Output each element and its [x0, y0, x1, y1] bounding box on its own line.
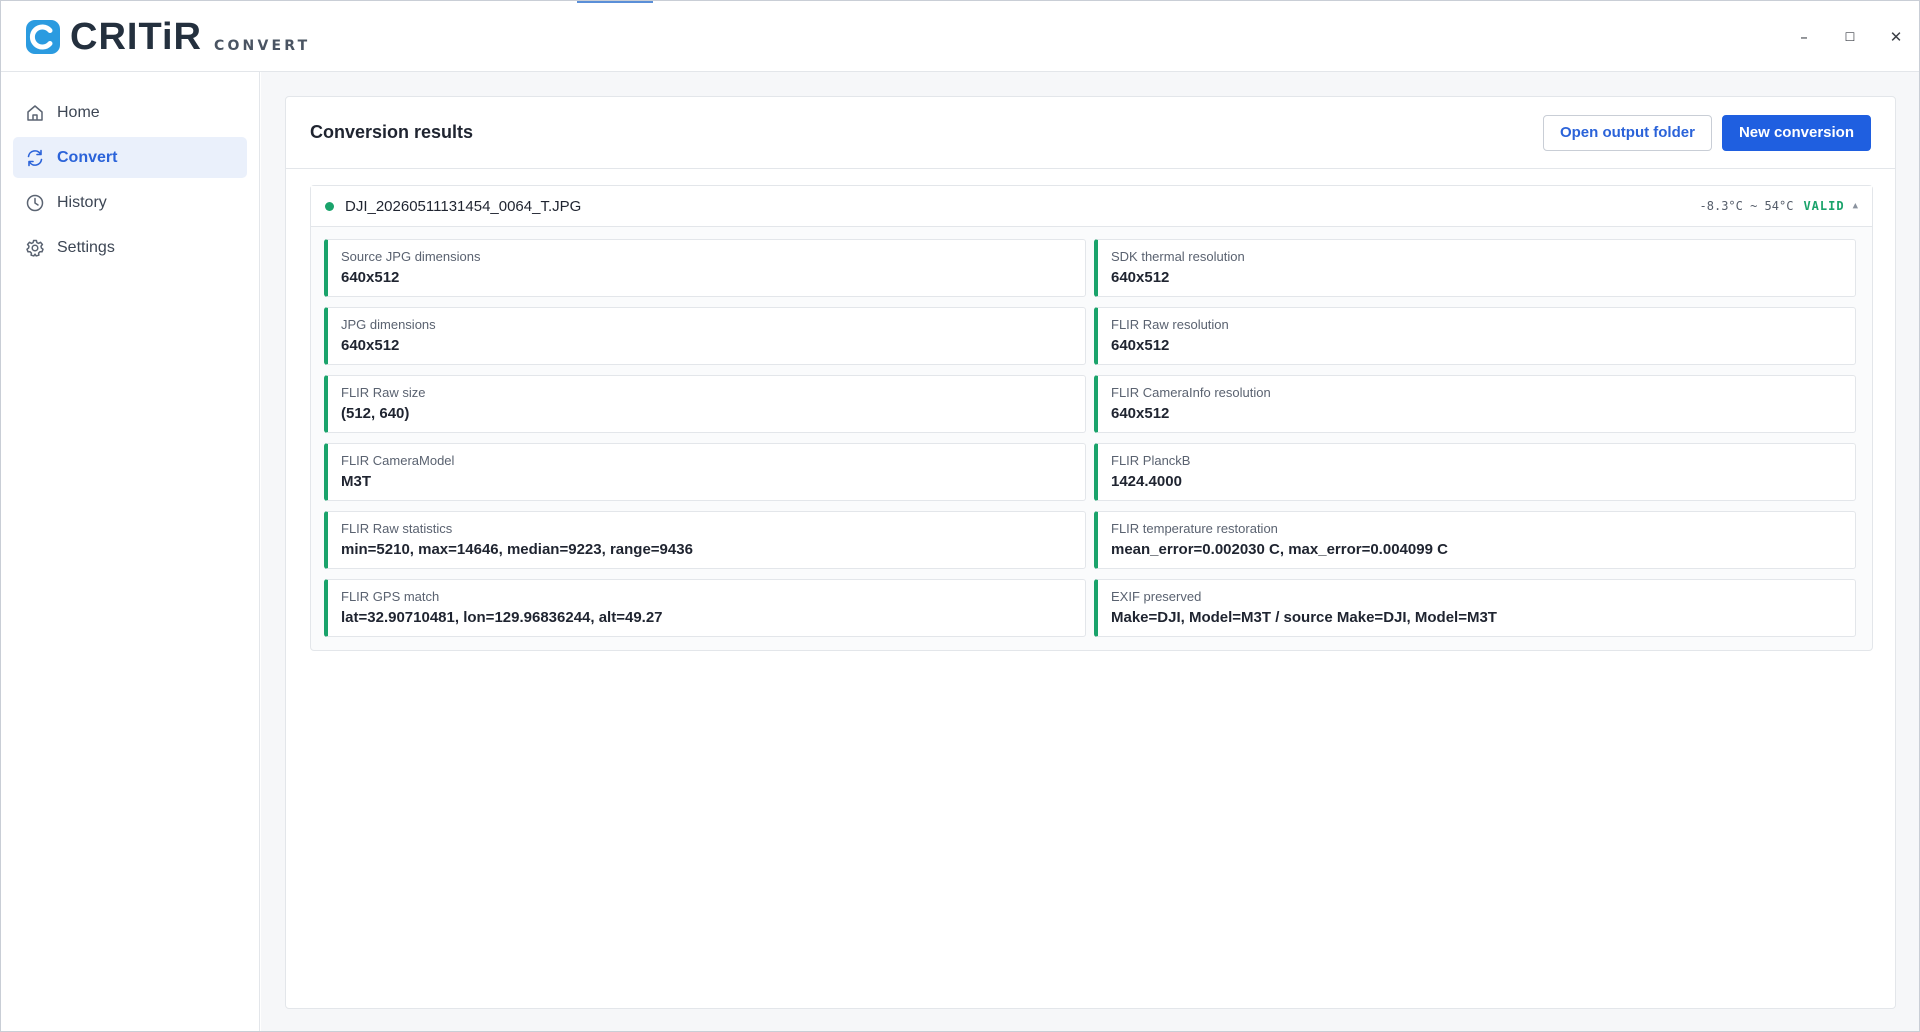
caret-up-icon[interactable]: ▲ — [1853, 201, 1858, 211]
minimize-button[interactable]: – — [1781, 1, 1827, 72]
result-label: FLIR Raw resolution — [1111, 317, 1229, 332]
result-label: EXIF preserved — [1111, 589, 1202, 604]
result-value: 640x512 — [341, 337, 400, 354]
result-label: FLIR CameraInfo resolution — [1111, 385, 1271, 400]
header-actions: Open output folder New conversion — [1542, 114, 1871, 151]
result-item: FLIR Raw statistics min=5210, max=14646,… — [324, 511, 1086, 569]
result-item: Source JPG dimensions 640x512 — [324, 239, 1086, 297]
title-bar-accent — [577, 1, 653, 3]
result-value: 1424.4000 — [1111, 473, 1182, 490]
clock-icon — [26, 194, 44, 211]
page-title: Conversion results — [310, 122, 474, 142]
result-item: FLIR PlanckB 1424.4000 — [1094, 443, 1856, 501]
gear-icon — [26, 239, 44, 257]
result-item: FLIR CameraInfo resolution 640x512 — [1094, 375, 1856, 433]
result-value: 640x512 — [1111, 405, 1170, 422]
result-label: FLIR Raw size — [341, 385, 426, 400]
sidebar: Home Convert History Settings — [1, 72, 260, 1031]
result-item: FLIR GPS match lat=32.90710481, lon=129.… — [324, 579, 1086, 637]
title-bar: CRITiR CONVERT – ☐ ✕ — [1, 1, 1919, 72]
file-result-header[interactable]: DJI_20260511131454_0064_T.JPG -8.3°C ~ 5… — [311, 186, 1872, 227]
file-meta: -8.3°C ~ 54°C VALID ▲ — [1700, 199, 1858, 213]
result-item: FLIR temperature restoration mean_error=… — [1094, 511, 1856, 569]
status-dot-icon — [325, 201, 334, 211]
results-header: Conversion results Open output folder Ne… — [286, 97, 1895, 169]
result-label: FLIR CameraModel — [341, 453, 455, 468]
result-item: JPG dimensions 640x512 — [324, 307, 1086, 365]
result-value: lat=32.90710481, lon=129.96836244, alt=4… — [341, 609, 663, 626]
temperature-range: -8.3°C ~ 54°C — [1699, 199, 1794, 213]
result-value: M3T — [341, 473, 371, 490]
status-badge: VALID — [1803, 199, 1845, 213]
main-content: Conversion results Open output folder Ne… — [261, 72, 1919, 1031]
result-item: EXIF preserved Make=DJI, Model=M3T / sou… — [1094, 579, 1856, 637]
logo-subtitle: CONVERT — [213, 38, 311, 54]
window-controls: – ☐ ✕ — [1781, 1, 1919, 72]
refresh-icon — [27, 149, 43, 166]
result-item: FLIR CameraModel M3T — [324, 443, 1086, 501]
result-value: 640x512 — [1111, 269, 1170, 286]
results-grid: Source JPG dimensions 640x512 SDK therma… — [324, 239, 1861, 637]
close-button[interactable]: ✕ — [1873, 1, 1919, 72]
sidebar-item-label: Convert — [57, 148, 118, 166]
file-name-wrap: DJI_20260511131454_0064_T.JPG — [325, 198, 581, 215]
maximize-button[interactable]: ☐ — [1827, 1, 1873, 72]
result-item: FLIR Raw resolution 640x512 — [1094, 307, 1856, 365]
app-logo: CRITiR CONVERT — [24, 18, 310, 56]
result-value: Make=DJI, Model=M3T / source Make=DJI, M… — [1111, 609, 1497, 626]
result-item: SDK thermal resolution 640x512 — [1094, 239, 1856, 297]
result-value: (512, 640) — [341, 405, 410, 422]
file-name: DJI_20260511131454_0064_T.JPG — [345, 197, 582, 215]
result-value: 640x512 — [1111, 337, 1170, 354]
open-output-folder-button[interactable]: Open output folder — [1542, 114, 1712, 151]
sidebar-item-label: Settings — [57, 238, 115, 256]
result-label: JPG dimensions — [341, 317, 436, 332]
sidebar-item-label: History — [57, 193, 107, 211]
result-label: FLIR temperature restoration — [1111, 521, 1278, 536]
new-conversion-button[interactable]: New conversion — [1721, 114, 1871, 151]
results-panel: Conversion results Open output folder Ne… — [285, 96, 1896, 1009]
logo-text: CRITiR — [70, 16, 202, 58]
logo-mark-icon — [26, 20, 60, 54]
app-window: CRITiR CONVERT – ☐ ✕ Home Convert Histor… — [0, 0, 1920, 1032]
result-label: SDK thermal resolution — [1111, 249, 1245, 264]
home-icon — [27, 104, 43, 121]
result-value: 640x512 — [341, 269, 400, 286]
sidebar-item-convert[interactable]: Convert — [13, 137, 247, 178]
result-value: min=5210, max=14646, median=9223, range=… — [341, 541, 693, 558]
result-label: FLIR GPS match — [341, 589, 440, 604]
result-label: FLIR PlanckB — [1111, 453, 1191, 468]
sidebar-item-label: Home — [57, 103, 100, 121]
sidebar-item-history[interactable]: History — [13, 182, 247, 223]
sidebar-nav: Home Convert History Settings — [1, 72, 259, 268]
result-item: FLIR Raw size (512, 640) — [324, 375, 1086, 433]
file-result-card: DJI_20260511131454_0064_T.JPG -8.3°C ~ 5… — [310, 185, 1873, 651]
result-value: mean_error=0.002030 C, max_error=0.00409… — [1111, 541, 1448, 558]
result-label: Source JPG dimensions — [341, 249, 481, 264]
result-label: FLIR Raw statistics — [341, 521, 453, 536]
sidebar-item-settings[interactable]: Settings — [13, 227, 247, 268]
sidebar-item-home[interactable]: Home — [13, 92, 247, 133]
